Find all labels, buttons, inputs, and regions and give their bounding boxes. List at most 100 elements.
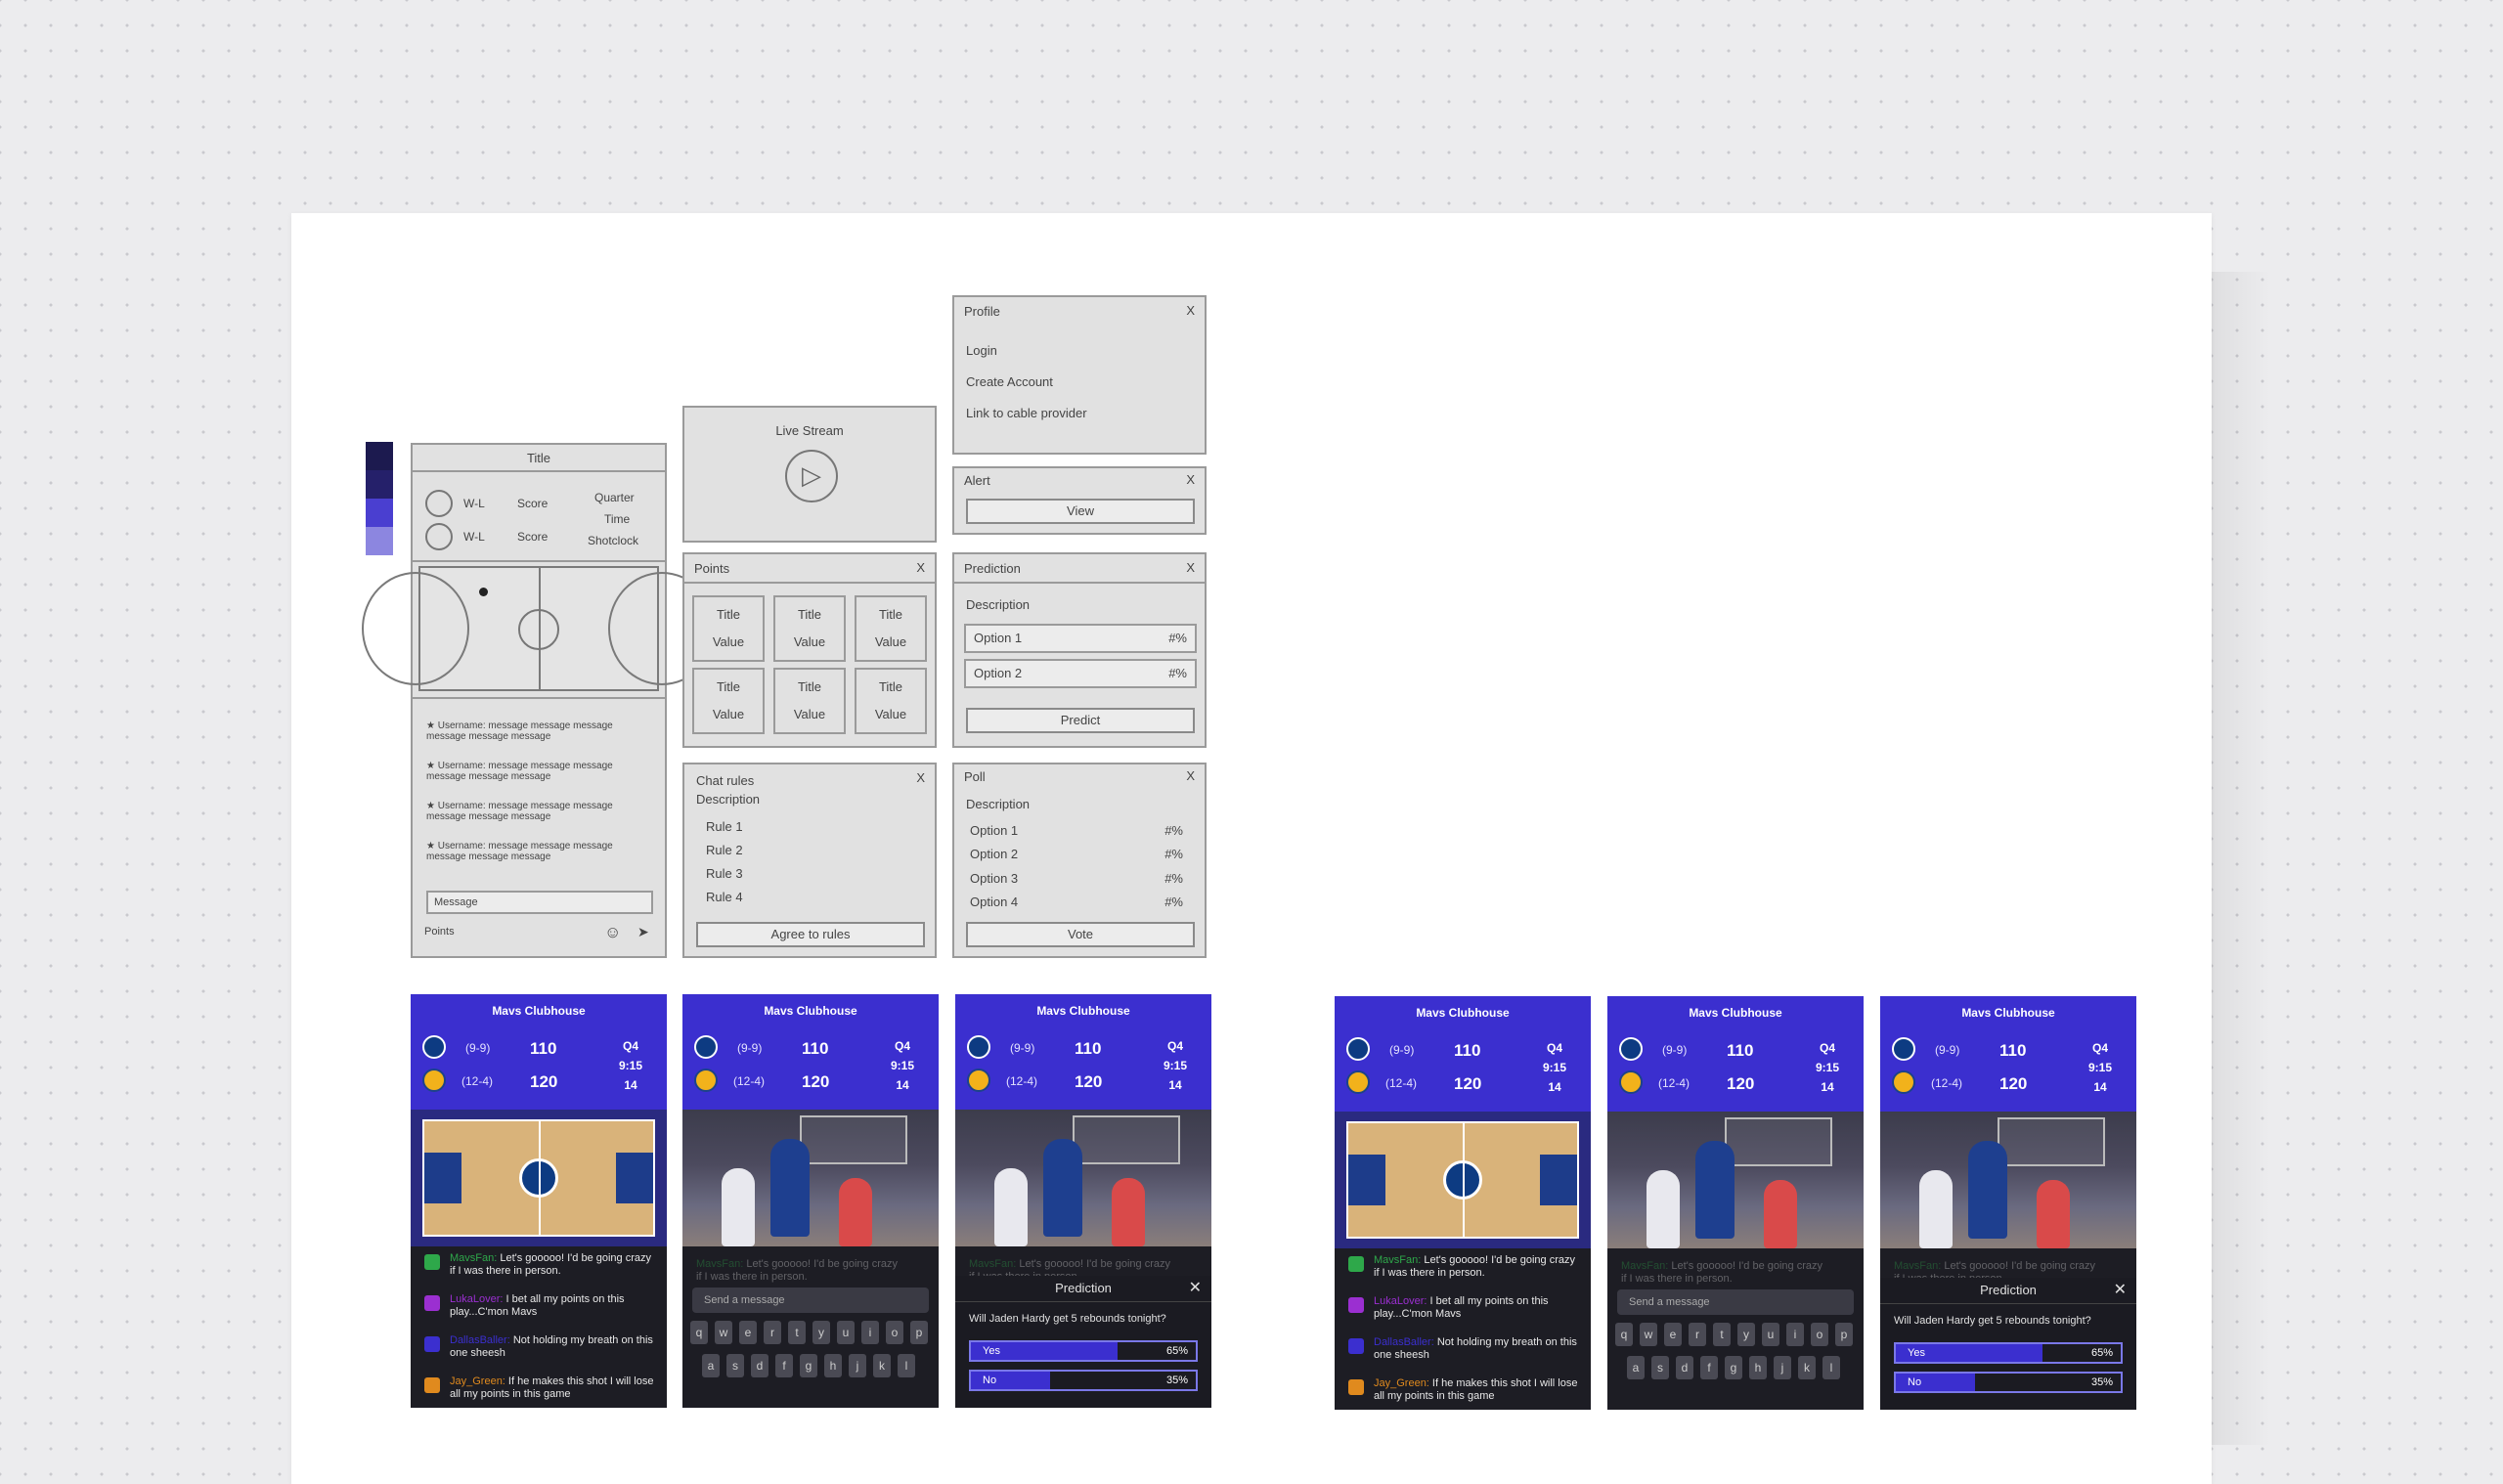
- send-icon[interactable]: ➤: [637, 924, 649, 940]
- poll-option-label[interactable]: Option 1: [970, 823, 1018, 838]
- team1-record: (9-9): [1389, 1043, 1415, 1057]
- points-label[interactable]: Points: [424, 926, 455, 938]
- keyboard-key[interactable]: q: [690, 1321, 708, 1344]
- keyboard-key[interactable]: j: [849, 1354, 866, 1377]
- prediction-option[interactable]: Yes 65%: [969, 1340, 1198, 1362]
- game-clock: 9:15: [2087, 1061, 2113, 1074]
- keyboard-key[interactable]: e: [1664, 1323, 1682, 1346]
- emoji-icon[interactable]: ☺: [604, 923, 621, 942]
- keyboard-key[interactable]: u: [1762, 1323, 1779, 1346]
- keyboard-key[interactable]: l: [1822, 1356, 1840, 1379]
- chat-username[interactable]: Jay_Green:: [1374, 1377, 1432, 1389]
- close-icon[interactable]: X: [916, 560, 925, 575]
- team2-score: 120: [530, 1072, 558, 1091]
- keyboard-key[interactable]: d: [1676, 1356, 1693, 1379]
- points-cell-value: Value: [712, 634, 745, 649]
- keyboard-key[interactable]: t: [1713, 1323, 1731, 1346]
- keyboard-key[interactable]: a: [702, 1354, 720, 1377]
- shot-clock: 14: [1168, 1078, 1182, 1092]
- play-button[interactable]: ▷: [785, 450, 838, 502]
- rule-item: Rule 3: [706, 866, 743, 881]
- prediction-option[interactable]: Option 2 #%: [964, 659, 1197, 688]
- predict-button[interactable]: Predict: [966, 708, 1195, 733]
- keyboard-key[interactable]: a: [1627, 1356, 1645, 1379]
- keyboard-key[interactable]: p: [910, 1321, 928, 1344]
- keyboard-key[interactable]: k: [1798, 1356, 1816, 1379]
- court-midline: [1463, 1123, 1465, 1237]
- prediction-option[interactable]: Yes 65%: [1894, 1342, 2123, 1364]
- rule-item: Rule 1: [706, 819, 743, 834]
- keyboard-key[interactable]: d: [751, 1354, 768, 1377]
- scoreboard-header: Mavs Clubhouse (9-9) (12-4) 110 120 Q4 9:15 14: [682, 994, 939, 1110]
- keyboard-key[interactable]: r: [764, 1321, 781, 1344]
- chat-username[interactable]: LukaLover:: [1374, 1295, 1429, 1307]
- chat-username[interactable]: MavsFan:: [450, 1252, 500, 1264]
- chat-username[interactable]: DallasBaller:: [450, 1334, 513, 1346]
- keyboard-key[interactable]: y: [812, 1321, 830, 1344]
- close-icon[interactable]: X: [916, 770, 925, 785]
- poll-option-label[interactable]: Option 4: [970, 895, 1018, 909]
- keyboard-key[interactable]: r: [1689, 1323, 1706, 1346]
- keyboard-key[interactable]: y: [1737, 1323, 1755, 1346]
- ball-marker: [479, 588, 488, 596]
- keyboard-key[interactable]: h: [824, 1354, 842, 1377]
- quarter-label: Quarter: [594, 491, 635, 504]
- keyboard-key[interactable]: h: [1749, 1356, 1767, 1379]
- prediction-option[interactable]: Option 1 #%: [964, 624, 1197, 653]
- keyboard-key[interactable]: p: [1835, 1323, 1853, 1346]
- send-message-input[interactable]: Send a message: [1617, 1289, 1854, 1315]
- keyboard-key[interactable]: j: [1774, 1356, 1791, 1379]
- chat-username[interactable]: LukaLover:: [450, 1293, 505, 1305]
- keyboard-key[interactable]: g: [1725, 1356, 1742, 1379]
- chat-avatar: [1348, 1338, 1364, 1354]
- profile-create-account[interactable]: Create Account: [966, 374, 1053, 389]
- close-icon[interactable]: X: [1186, 560, 1195, 575]
- prediction-option[interactable]: No 35%: [1894, 1372, 2123, 1393]
- court-floor: [422, 1119, 655, 1237]
- mobile-mockup: Mavs Clubhouse (9-9) (12-4) 110 120 Q4 9:15 14 M…: [1880, 996, 2136, 1410]
- profile-link-cable[interactable]: Link to cable provider: [966, 406, 1087, 420]
- wireframe-main-screen: Title W-L Score W-L Score Quarter Time S…: [362, 443, 716, 958]
- agree-to-rules-button[interactable]: Agree to rules: [696, 922, 925, 947]
- poll-option-label[interactable]: Option 3: [970, 871, 1018, 886]
- points-cell-title: Title: [716, 679, 741, 694]
- poll-option-label[interactable]: Option 2: [970, 847, 1018, 861]
- keyboard-key[interactable]: q: [1615, 1323, 1633, 1346]
- keyboard-key[interactable]: w: [715, 1321, 732, 1344]
- keyboard-key[interactable]: l: [898, 1354, 915, 1377]
- keyboard-key[interactable]: o: [1811, 1323, 1828, 1346]
- view-button[interactable]: View: [966, 499, 1195, 524]
- keyboard-key[interactable]: t: [788, 1321, 806, 1344]
- prediction-header: Prediction ✕: [955, 1276, 1211, 1302]
- team2-score: 120: [802, 1072, 830, 1091]
- close-icon[interactable]: X: [1186, 303, 1195, 318]
- close-icon[interactable]: ✕: [2114, 1278, 2127, 1303]
- wireframe-chat-rules: Chat rules X Description Rule 1 Rule 2 R…: [682, 763, 937, 958]
- chat-username[interactable]: Jay_Green:: [450, 1375, 508, 1387]
- vote-button[interactable]: Vote: [966, 922, 1195, 947]
- keyboard-key[interactable]: o: [886, 1321, 903, 1344]
- keyboard-key[interactable]: g: [800, 1354, 817, 1377]
- keyboard-key[interactable]: w: [1640, 1323, 1657, 1346]
- message-input[interactable]: Message: [426, 891, 653, 914]
- keyboard-key[interactable]: s: [1651, 1356, 1669, 1379]
- chat-username[interactable]: DallasBaller:: [1374, 1336, 1437, 1348]
- close-icon[interactable]: X: [1186, 768, 1195, 783]
- prediction-option[interactable]: No 35%: [969, 1370, 1198, 1391]
- send-message-input[interactable]: Send a message: [692, 1288, 929, 1313]
- keyboard-key[interactable]: e: [739, 1321, 757, 1344]
- keyboard-key[interactable]: f: [775, 1354, 793, 1377]
- keyboard-key[interactable]: f: [1700, 1356, 1718, 1379]
- prediction-question: Will Jaden Hardy get 5 rebounds tonight?: [969, 1313, 1166, 1325]
- team2-score: 120: [1727, 1074, 1755, 1093]
- keyboard-key[interactable]: k: [873, 1354, 891, 1377]
- close-icon[interactable]: ✕: [1189, 1276, 1202, 1301]
- close-icon[interactable]: X: [1186, 472, 1195, 487]
- keyboard-key[interactable]: i: [861, 1321, 879, 1344]
- team1-score: 110: [530, 1039, 557, 1058]
- keyboard-key[interactable]: s: [726, 1354, 744, 1377]
- keyboard-key[interactable]: i: [1786, 1323, 1804, 1346]
- keyboard-key[interactable]: u: [837, 1321, 855, 1344]
- profile-login[interactable]: Login: [966, 343, 997, 358]
- chat-username[interactable]: MavsFan:: [1374, 1254, 1424, 1266]
